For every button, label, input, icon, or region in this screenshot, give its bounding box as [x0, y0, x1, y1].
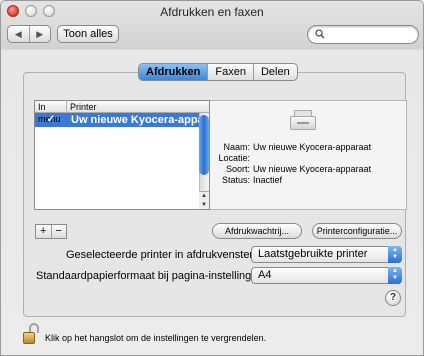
tab-faxen[interactable]: Faxen [207, 64, 253, 80]
info-label-location: Locatie: [218, 153, 250, 163]
paper-size-value: A4 [258, 269, 272, 281]
printer-list-header: In menu Printer [35, 101, 209, 124]
column-header-printer[interactable]: Printer [67, 101, 97, 112]
add-remove-control: + − [35, 224, 67, 239]
in-menu-checkbox[interactable]: ✓ [35, 113, 67, 127]
info-label-kind: Soort: [225, 164, 250, 174]
lock-icon[interactable] [23, 323, 39, 345]
tab-bar: Afdrukken Faxen Delen [138, 63, 298, 81]
column-header-in-menu[interactable]: In menu [35, 101, 67, 124]
preferences-window: Afdrukken en faxen ◀ ▶ Toon alles Afdruk… [0, 0, 424, 356]
add-printer-button[interactable]: + [36, 225, 51, 238]
printer-name: Uw nieuwe Kyocera-apparaat [71, 114, 199, 126]
title-bar: Afdrukken en faxen [1, 1, 423, 21]
info-label-status: Status: [221, 175, 250, 185]
search-input[interactable] [307, 25, 419, 44]
printer-icon [290, 108, 316, 132]
tab-delen[interactable]: Delen [252, 64, 297, 80]
remove-printer-button[interactable]: − [50, 225, 67, 238]
window-title: Afdrukken en faxen [160, 5, 264, 19]
paper-size-select[interactable]: A4 ▲ ▼ [251, 267, 402, 284]
info-value-kind: Uw nieuwe Kyocera-apparaat [253, 164, 372, 174]
show-all-button[interactable]: Toon alles [57, 25, 119, 43]
default-printer-label: Geselecteerde printer in afdrukvenster: [66, 249, 257, 261]
lock-instructions: Klik op het hangslot om de instellingen … [45, 333, 267, 343]
scroll-arrows[interactable]: ▲ ▼ [199, 191, 209, 209]
info-value-status: Inactief [253, 175, 283, 185]
back-forward-control: ◀ ▶ [7, 25, 51, 43]
chevron-updown-icon: ▲ ▼ [388, 246, 402, 263]
tab-afdrukken[interactable]: Afdrukken [139, 64, 208, 80]
list-item[interactable]: ✓ Uw nieuwe Kyocera-apparaat [35, 113, 209, 127]
print-queue-button[interactable]: Afdrukwachtrij... [212, 223, 302, 239]
help-button[interactable]: ? [385, 290, 401, 306]
default-printer-value: Laatstgebruikte printer [258, 248, 368, 260]
search-icon [315, 27, 325, 44]
printer-config-button[interactable]: Printerconfiguratie... [312, 223, 402, 239]
info-value-name: Uw nieuwe Kyocera-apparaat [253, 142, 372, 152]
paper-size-label: Standaardpapierformaat bij pagina-instel… [36, 270, 255, 282]
default-printer-select[interactable]: Laatstgebruikte printer ▲ ▼ [251, 246, 402, 263]
back-icon[interactable]: ◀ [8, 26, 29, 42]
toolbar: ◀ ▶ Toon alles [1, 23, 423, 49]
chevron-updown-icon: ▲ ▼ [388, 267, 402, 284]
forward-icon[interactable]: ▶ [28, 26, 51, 42]
info-label-name: Naam: [223, 142, 250, 152]
